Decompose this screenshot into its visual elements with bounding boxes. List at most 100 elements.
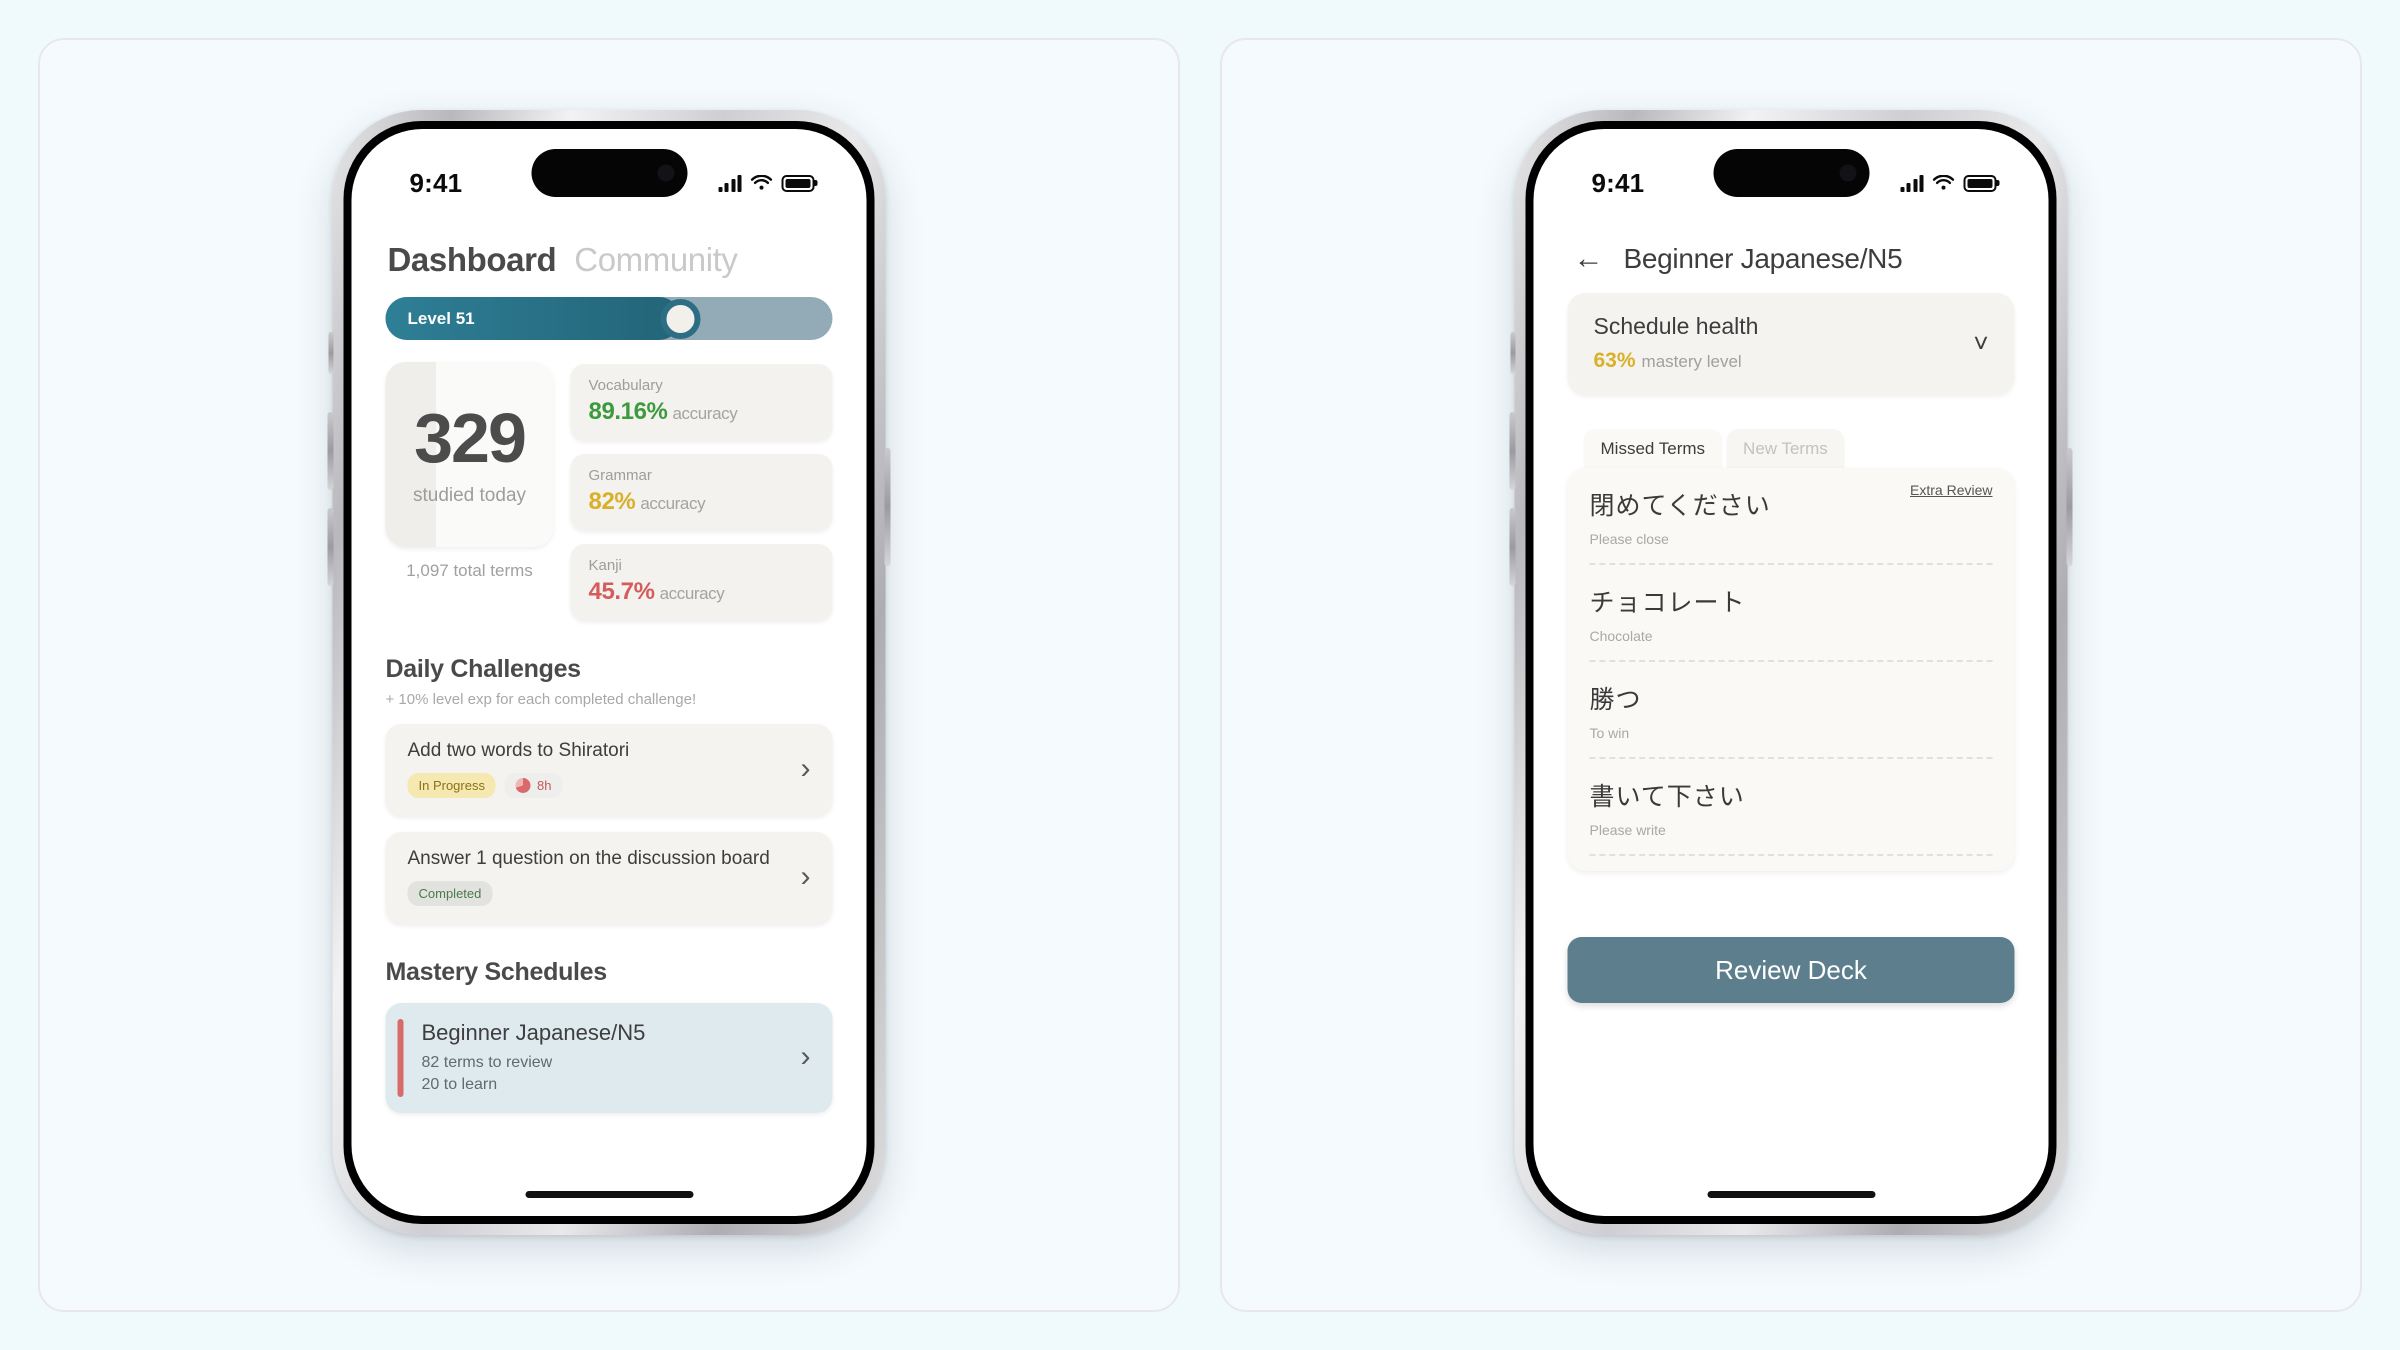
chevron-right-icon[interactable]: › bbox=[801, 754, 811, 784]
slider-thumb[interactable] bbox=[660, 298, 701, 339]
level-slider[interactable]: Level 51 bbox=[385, 297, 833, 340]
schedule-health-card[interactable]: Schedule health 63% mastery level ˅ bbox=[1567, 293, 2015, 395]
home-indicator[interactable] bbox=[1707, 1191, 1875, 1198]
slider-fill: Level 51 bbox=[385, 297, 681, 340]
front-camera-icon bbox=[657, 164, 674, 182]
silence-switch[interactable] bbox=[328, 332, 334, 374]
term-row[interactable]: 静か Quite, silent; slow, unhurried; calm,… bbox=[1590, 856, 1993, 871]
wifi-icon bbox=[1932, 174, 1955, 190]
total-terms-label: 1,097 total terms bbox=[406, 561, 533, 580]
challenge-body: Answer 1 question on the discussion boar… bbox=[407, 848, 770, 906]
top-tabs: Dashboard Community bbox=[386, 219, 833, 295]
mastery-body: Beginner Japanese/N5 82 terms to review … bbox=[408, 1020, 646, 1094]
dashboard-content: Dashboard Community Level 51 329 studied… bbox=[352, 215, 867, 1113]
status-bar: 9:41 bbox=[1534, 129, 2049, 215]
tab-dashboard[interactable]: Dashboard bbox=[388, 241, 557, 279]
daily-challenges-subtitle: + 10% level exp for each completed chall… bbox=[385, 691, 697, 708]
term-english: Please write bbox=[1589, 822, 1666, 838]
challenge-row[interactable]: Add two words to Shiratori In Progress 8… bbox=[385, 724, 833, 816]
accuracy-card-kanji[interactable]: Kanji 45.7% accuracy bbox=[570, 544, 833, 621]
deck-content: ← Beginner Japanese/N5 Schedule health 6… bbox=[1534, 215, 2049, 1003]
terms-list-card: Extra Review 閉めてください Please close チョコレート… bbox=[1567, 468, 2015, 871]
challenge-row[interactable]: Answer 1 question on the discussion boar… bbox=[385, 832, 833, 924]
silence-switch[interactable] bbox=[1510, 332, 1516, 374]
chevron-right-icon[interactable]: › bbox=[801, 862, 811, 892]
volume-down-button[interactable] bbox=[327, 508, 334, 586]
accuracy-label: Kanji bbox=[588, 557, 622, 574]
volume-down-button[interactable] bbox=[1509, 508, 1516, 586]
challenge-body: Add two words to Shiratori In Progress 8… bbox=[407, 740, 630, 798]
mastery-schedule-row[interactable]: Beginner Japanese/N5 82 terms to review … bbox=[385, 1003, 833, 1113]
term-english: To win bbox=[1589, 725, 1630, 741]
tab-new-terms[interactable]: New Terms bbox=[1726, 429, 1845, 468]
challenge-badges: In Progress 8h bbox=[407, 773, 630, 798]
timer-label: 8h bbox=[536, 778, 552, 793]
status-time: 9:41 bbox=[409, 167, 463, 198]
stats-row: 329 studied today 1,097 total terms Voca… bbox=[385, 362, 833, 621]
status-badge: Completed bbox=[407, 881, 493, 906]
front-camera-icon bbox=[1839, 164, 1856, 182]
deck-detail-screen: 9:41 ← Beginner Japanese/N5 Schedule hea… bbox=[1533, 129, 2049, 1216]
term-row[interactable]: チョコレート Chocolate bbox=[1589, 565, 1993, 662]
challenge-title: Add two words to Shiratori bbox=[407, 740, 630, 761]
power-button[interactable] bbox=[884, 448, 891, 566]
phone-bezel: 9:41 bbox=[343, 121, 875, 1224]
accuracy-value: 82% accuracy bbox=[588, 488, 706, 515]
phone-mockup-right: 9:41 ← Beginner Japanese/N5 Schedule hea… bbox=[1509, 110, 2073, 1235]
chevron-right-icon[interactable]: › bbox=[801, 1042, 811, 1072]
term-row[interactable]: 勝つ To win bbox=[1589, 662, 1993, 759]
battery-icon bbox=[1963, 174, 1997, 192]
status-bar: 9:41 bbox=[352, 129, 867, 215]
timer-pie-icon bbox=[515, 778, 531, 793]
phone-bezel: 9:41 bbox=[1525, 121, 2057, 1224]
dynamic-island bbox=[1713, 149, 1869, 197]
dashboard-screen: 9:41 Dashboard Community Level 51 329 st… bbox=[351, 129, 867, 1216]
mastery-learn-count: 20 to learn bbox=[421, 1076, 498, 1093]
term-japanese: チョコレート bbox=[1589, 589, 1746, 617]
terms-tabs: Missed Terms New Terms bbox=[1568, 429, 2015, 468]
extra-review-link[interactable]: Extra Review bbox=[1910, 482, 1992, 498]
power-button[interactable] bbox=[2066, 448, 2073, 566]
accuracy-card-grammar[interactable]: Grammar 82% accuracy bbox=[570, 454, 833, 531]
accuracy-suffix: accuracy bbox=[672, 404, 738, 423]
term-row[interactable]: 書いて下さい Please write bbox=[1589, 759, 1993, 856]
status-indicators bbox=[718, 174, 815, 192]
accuracy-suffix: accuracy bbox=[659, 584, 725, 603]
battery-icon bbox=[781, 174, 815, 192]
signal-bars-icon bbox=[718, 174, 742, 192]
arrow-left-icon[interactable]: ← bbox=[1574, 244, 1604, 274]
studied-today-card: 329 studied today bbox=[385, 362, 554, 547]
schedule-health-body: Schedule health 63% mastery level bbox=[1594, 313, 1759, 373]
accuracy-label: Grammar bbox=[588, 467, 652, 484]
status-indicators bbox=[1900, 174, 1997, 192]
timer-badge: 8h bbox=[504, 773, 563, 798]
studied-today-block: 329 studied today 1,097 total terms bbox=[385, 362, 554, 581]
challenge-badges: Completed bbox=[407, 881, 770, 906]
tab-missed-terms[interactable]: Missed Terms bbox=[1583, 429, 1723, 468]
studied-caption: studied today bbox=[412, 484, 527, 506]
accent-bar bbox=[397, 1019, 404, 1097]
term-english: Please close bbox=[1589, 531, 1669, 547]
page-title: Beginner Japanese/N5 bbox=[1623, 243, 1903, 274]
term-english: Chocolate bbox=[1589, 628, 1653, 644]
screenshot-root: 9:41 Dashboard Community Level 51 329 st… bbox=[0, 0, 2400, 1350]
volume-up-button[interactable] bbox=[327, 412, 334, 490]
accuracy-card-vocabulary[interactable]: Vocabulary 89.16% accuracy bbox=[570, 364, 833, 441]
tab-community[interactable]: Community bbox=[574, 241, 738, 279]
accuracy-cards: Vocabulary 89.16% accuracy Grammar 82% acc… bbox=[570, 362, 833, 621]
accuracy-value: 45.7% accuracy bbox=[588, 578, 725, 605]
left-showcase-panel: 9:41 Dashboard Community Level 51 329 st… bbox=[38, 38, 1180, 1312]
chevron-down-icon[interactable]: ˅ bbox=[1973, 330, 1988, 356]
nav-bar: ← Beginner Japanese/N5 bbox=[1568, 219, 2015, 293]
signal-bars-icon bbox=[1900, 174, 1924, 192]
mastery-title: Beginner Japanese/N5 bbox=[421, 1020, 646, 1045]
review-deck-button[interactable]: Review Deck bbox=[1567, 937, 2015, 1003]
status-time: 9:41 bbox=[1591, 167, 1645, 198]
volume-up-button[interactable] bbox=[1509, 412, 1516, 490]
right-showcase-panel: 9:41 ← Beginner Japanese/N5 Schedule hea… bbox=[1220, 38, 2362, 1312]
daily-challenges-heading: Daily Challenges bbox=[385, 655, 582, 683]
accuracy-label: Vocabulary bbox=[588, 377, 663, 394]
home-indicator[interactable] bbox=[525, 1191, 693, 1198]
term-japanese: 勝つ bbox=[1589, 686, 1642, 714]
status-badge: In Progress bbox=[407, 773, 496, 798]
